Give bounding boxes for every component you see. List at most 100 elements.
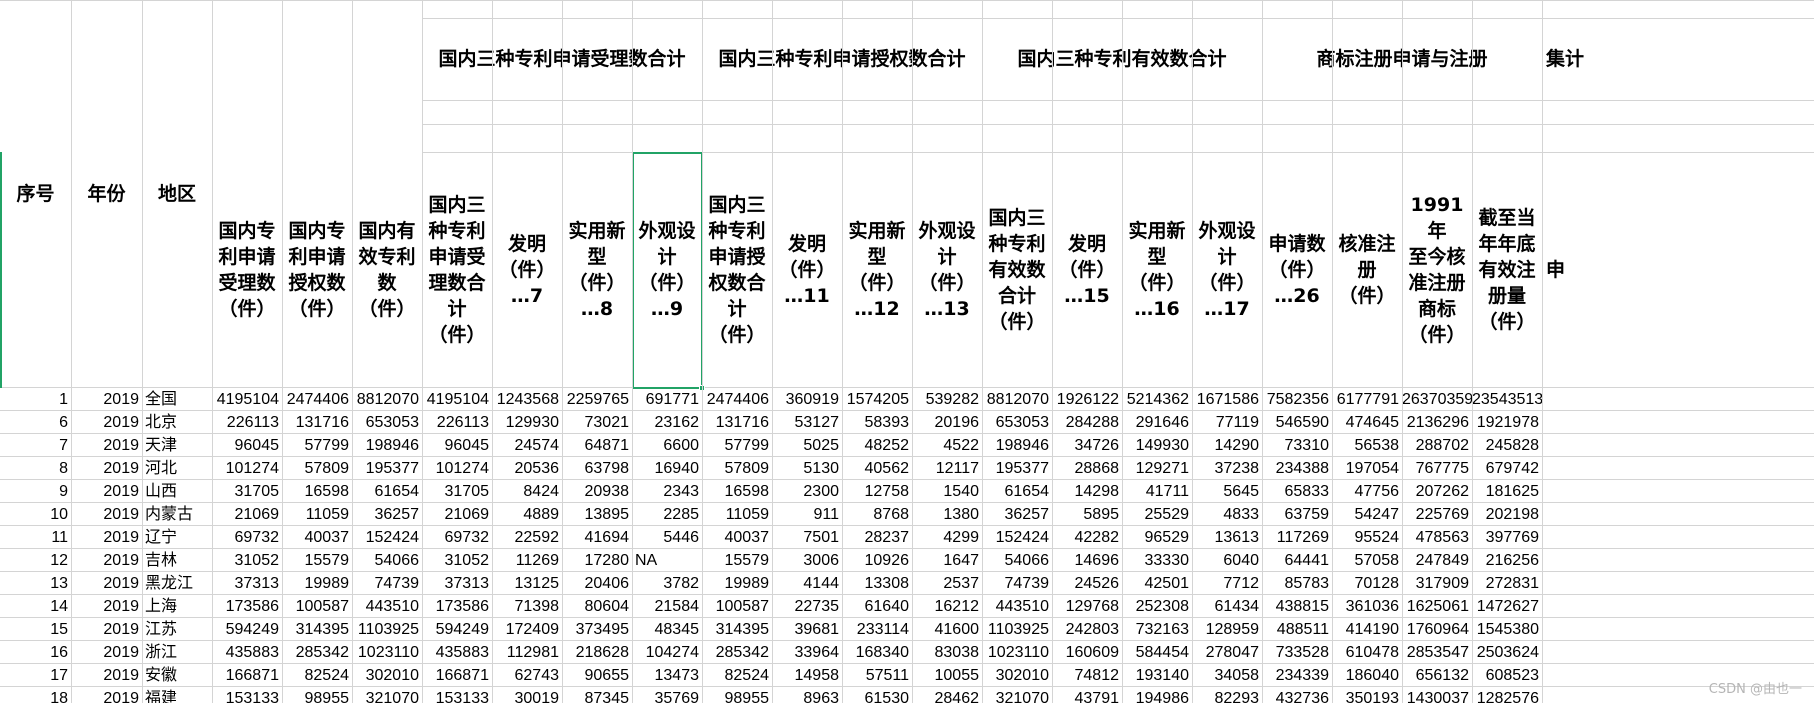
table-cell[interactable]: 539282 xyxy=(912,388,982,411)
table-cell[interactable]: 57799 xyxy=(282,434,352,457)
table-cell[interactable]: 8963 xyxy=(772,687,842,703)
table-cell[interactable]: 天津 xyxy=(142,434,212,457)
table-cell[interactable]: 2019 xyxy=(71,664,142,687)
table-cell[interactable]: 173586 xyxy=(212,595,282,618)
table-cell[interactable]: 74739 xyxy=(352,572,422,595)
table-cell[interactable]: 197054 xyxy=(1332,457,1402,480)
table-cell[interactable]: 22592 xyxy=(492,526,562,549)
table-cell[interactable]: 10 xyxy=(0,503,71,526)
table-cell[interactable]: 656132 xyxy=(1402,664,1472,687)
table-cell[interactable]: 69732 xyxy=(212,526,282,549)
table-cell[interactable]: 153133 xyxy=(422,687,492,703)
table-cell[interactable]: 17280 xyxy=(562,549,632,572)
table-cell[interactable]: 83038 xyxy=(912,641,982,664)
table-cell[interactable]: 61530 xyxy=(842,687,912,703)
table-cell[interactable]: 53127 xyxy=(772,411,842,434)
table-cell[interactable]: 443510 xyxy=(352,595,422,618)
table-cell[interactable]: 767775 xyxy=(1402,457,1472,480)
column-header[interactable]: 国内专 利申请 授权数 （件） xyxy=(282,152,352,388)
column-header[interactable]: 国内三 种专利 申请受 理数合 计 （件） xyxy=(422,152,492,388)
table-cell[interactable]: 6177791 xyxy=(1332,388,1402,411)
table-cell[interactable]: 2300 xyxy=(772,480,842,503)
table-cell[interactable]: 2019 xyxy=(71,641,142,664)
table-cell[interactable]: 11269 xyxy=(492,549,562,572)
table-cell[interactable]: 54247 xyxy=(1332,503,1402,526)
table-cell[interactable]: 1472627 xyxy=(1472,595,1542,618)
column-header[interactable]: 发明 （件） …7 xyxy=(492,152,562,388)
table-cell[interactable]: 2019 xyxy=(71,503,142,526)
table-cell[interactable]: 8768 xyxy=(842,503,912,526)
table-cell[interactable]: 内蒙古 xyxy=(142,503,212,526)
table-cell[interactable]: 20536 xyxy=(492,457,562,480)
table-cell[interactable]: 608523 xyxy=(1472,664,1542,687)
table-cell[interactable]: 242803 xyxy=(1052,618,1122,641)
table-cell[interactable]: 14696 xyxy=(1052,549,1122,572)
column-header[interactable]: 申请数 （件） …26 xyxy=(1262,152,1332,388)
table-cell[interactable]: 21069 xyxy=(212,503,282,526)
table-cell[interactable]: 414190 xyxy=(1332,618,1402,641)
table-cell[interactable]: 166871 xyxy=(212,664,282,687)
table-cell[interactable]: 57799 xyxy=(702,434,772,457)
table-cell[interactable]: 70128 xyxy=(1332,572,1402,595)
table-cell[interactable]: 594249 xyxy=(212,618,282,641)
table-cell[interactable]: 360919 xyxy=(772,388,842,411)
table-cell[interactable]: 19989 xyxy=(702,572,772,595)
table-cell[interactable]: 14290 xyxy=(1192,434,1262,457)
table-cell[interactable]: 172409 xyxy=(492,618,562,641)
table-cell[interactable]: 40037 xyxy=(282,526,352,549)
table-cell[interactable]: 101274 xyxy=(212,457,282,480)
table-cell[interactable]: 山西 xyxy=(142,480,212,503)
table-cell[interactable]: 10926 xyxy=(842,549,912,572)
table-cell[interactable]: 4195104 xyxy=(422,388,492,411)
table-cell[interactable]: 8 xyxy=(0,457,71,480)
table-cell[interactable]: 6600 xyxy=(632,434,702,457)
table-cell[interactable]: 23162 xyxy=(632,411,702,434)
table-cell[interactable]: 2136296 xyxy=(1402,411,1472,434)
table-cell[interactable]: 4889 xyxy=(492,503,562,526)
table-cell[interactable]: 2019 xyxy=(71,526,142,549)
table-cell[interactable]: 216256 xyxy=(1472,549,1542,572)
table-cell[interactable]: 8424 xyxy=(492,480,562,503)
table-cell[interactable]: 64441 xyxy=(1262,549,1332,572)
table-cell[interactable]: 474645 xyxy=(1332,411,1402,434)
table-cell[interactable]: 4833 xyxy=(1192,503,1262,526)
table-cell[interactable]: 19989 xyxy=(282,572,352,595)
table-cell[interactable]: 6 xyxy=(0,411,71,434)
column-header[interactable]: 外观设 计 （件） …13 xyxy=(912,152,982,388)
table-cell[interactable]: 16598 xyxy=(702,480,772,503)
table-cell[interactable]: 234388 xyxy=(1262,457,1332,480)
table-cell[interactable]: 63759 xyxy=(1262,503,1332,526)
table-cell[interactable]: 198946 xyxy=(352,434,422,457)
table-cell[interactable]: 194986 xyxy=(1122,687,1192,703)
table-cell[interactable]: 12117 xyxy=(912,457,982,480)
table-cell[interactable]: 2019 xyxy=(71,480,142,503)
table-cell[interactable]: 2343 xyxy=(632,480,702,503)
table-cell[interactable]: 1671586 xyxy=(1192,388,1262,411)
table-cell[interactable]: 江苏 xyxy=(142,618,212,641)
table-cell[interactable]: 47756 xyxy=(1332,480,1402,503)
column-header[interactable]: 申 xyxy=(1542,152,1814,388)
table-cell[interactable]: 48345 xyxy=(632,618,702,641)
table-cell[interactable]: 610478 xyxy=(1332,641,1402,664)
table-cell[interactable]: 207262 xyxy=(1402,480,1472,503)
table-cell[interactable]: 2019 xyxy=(71,595,142,618)
table-cell[interactable]: 40037 xyxy=(702,526,772,549)
table-cell[interactable]: 31705 xyxy=(422,480,492,503)
table-cell[interactable]: 2019 xyxy=(71,572,142,595)
table-cell[interactable]: 9 xyxy=(0,480,71,503)
table-cell[interactable]: 2019 xyxy=(71,411,142,434)
table-cell[interactable]: 北京 xyxy=(142,411,212,434)
table-cell[interactable]: 245828 xyxy=(1472,434,1542,457)
table-cell[interactable]: 13473 xyxy=(632,664,702,687)
table-cell[interactable]: 732163 xyxy=(1122,618,1192,641)
table-cell[interactable]: 252308 xyxy=(1122,595,1192,618)
table-cell[interactable]: 辽宁 xyxy=(142,526,212,549)
table-cell[interactable]: 2537 xyxy=(912,572,982,595)
table-cell[interactable]: 218628 xyxy=(562,641,632,664)
table-cell[interactable]: 653053 xyxy=(352,411,422,434)
table-cell[interactable]: 314395 xyxy=(282,618,352,641)
table-cell[interactable]: 13613 xyxy=(1192,526,1262,549)
table-cell[interactable]: 129768 xyxy=(1052,595,1122,618)
table-cell[interactable]: 1023110 xyxy=(982,641,1052,664)
table-cell[interactable]: 14 xyxy=(0,595,71,618)
